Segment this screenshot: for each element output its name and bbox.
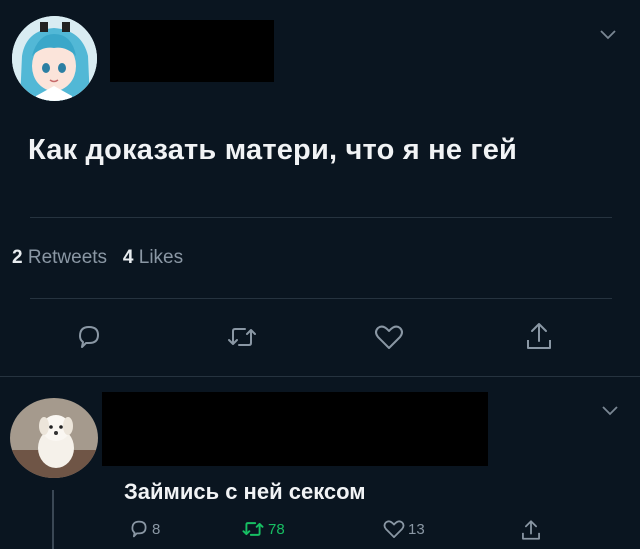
author-avatar[interactable] [12,16,97,101]
dog-avatar-image [10,398,98,478]
reply-icon [79,326,99,348]
share-icon [527,323,551,349]
anime-avatar-image [12,16,97,101]
chevron-down-icon[interactable] [600,404,620,418]
like-button[interactable] [373,322,405,352]
likes-label[interactable]: Likes [139,247,183,268]
likes-count[interactable]: 4 [123,247,134,268]
tweet-stats: 2 Retweets 4 Likes [12,247,183,269]
reply-icon [131,520,147,538]
retweet-count: 78 [268,520,285,538]
reply-author-name-redacted [102,392,488,466]
share-button[interactable] [524,320,554,352]
author-name-redacted [110,20,274,82]
retweet-icon [228,328,256,346]
reply-retweet-button[interactable]: 78 [240,518,285,540]
divider [30,298,612,299]
retweets-label[interactable]: Retweets [28,247,107,268]
like-icon [383,520,405,538]
reply-count: 8 [152,520,161,538]
retweets-count[interactable]: 2 [12,247,23,268]
tweet-text: Как доказать матери, что я не гей [28,134,518,166]
chevron-down-icon[interactable] [598,28,618,42]
thread-line [52,490,54,549]
like-count: 13 [408,520,425,538]
share-icon [522,520,540,540]
reply-text: Займись с ней сексом [124,479,366,504]
divider [0,376,640,377]
reply-like-button[interactable]: 13 [382,518,425,540]
retweet-icon [242,522,264,536]
like-icon [375,325,403,349]
reply-author-avatar[interactable] [10,398,98,478]
reply-reply-button[interactable]: 8 [128,518,160,540]
reply-share-button[interactable] [520,518,542,542]
divider [30,217,612,218]
retweet-button[interactable] [225,322,259,352]
reply-button[interactable] [74,322,104,352]
